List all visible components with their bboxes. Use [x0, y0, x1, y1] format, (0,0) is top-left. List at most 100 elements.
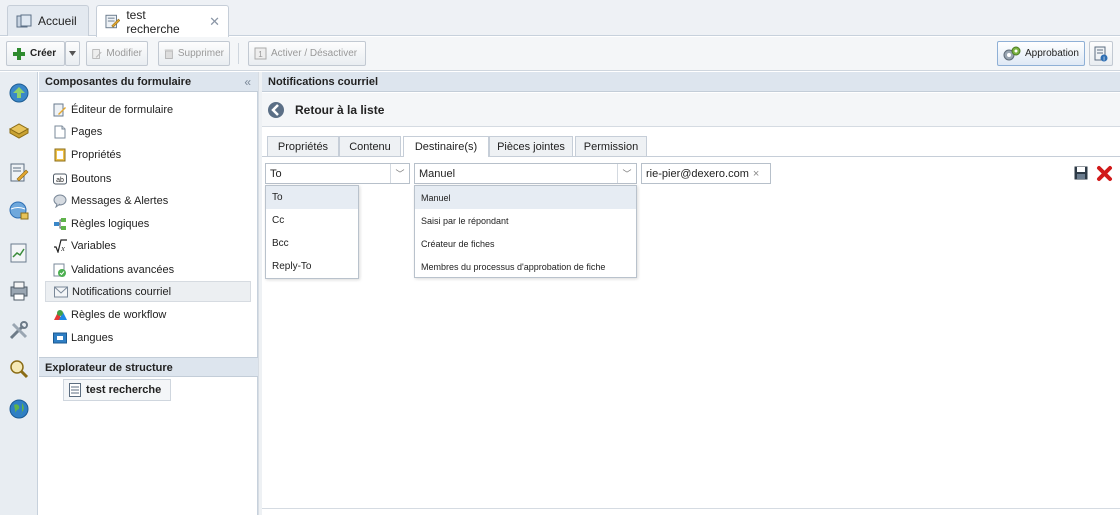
- back-to-list-button[interactable]: Retour à la liste: [267, 98, 389, 122]
- explorer-item-form[interactable]: test recherche: [63, 379, 171, 401]
- sidebar-forms-button[interactable]: [4, 116, 34, 146]
- form-editor-icon: [53, 103, 67, 117]
- chart-document-icon: [10, 243, 27, 263]
- tab-recipients-label: Destinaire(s): [414, 141, 478, 153]
- tab-attachments[interactable]: Pièces jointes: [489, 136, 573, 156]
- panel-item-languages[interactable]: Langues: [45, 327, 251, 348]
- tab-permission[interactable]: Permission: [575, 136, 647, 156]
- variables-icon: x: [53, 238, 67, 253]
- sidebar-search-button[interactable]: [4, 354, 34, 384]
- main-title: Notifications courriel: [268, 76, 379, 88]
- explorer-header: Explorateur de structure: [39, 357, 258, 377]
- option-cc[interactable]: Cc: [266, 209, 358, 232]
- delete-button[interactable]: Supprimer: [158, 41, 230, 66]
- tab-accueil[interactable]: Accueil: [7, 5, 89, 36]
- panel-item-label: Règles de workflow: [71, 308, 167, 321]
- panel-item-properties[interactable]: Propriétés: [45, 144, 251, 165]
- panel-item-label: Pages: [71, 125, 103, 138]
- sidebar-editor-button[interactable]: [4, 158, 34, 188]
- panel-item-buttons[interactable]: ab Boutons: [45, 168, 251, 189]
- option-manuel[interactable]: Manuel: [415, 186, 636, 209]
- sidebar-network-button[interactable]: [4, 196, 34, 226]
- toggle-active-label: Activer / Désactiver: [271, 48, 358, 59]
- email-input[interactable]: rie-pier@dexero.com ×: [641, 163, 771, 184]
- document-edit-icon: [10, 163, 29, 182]
- delete-row-button[interactable]: [1096, 165, 1114, 183]
- sidebar-tools-button[interactable]: [4, 316, 34, 346]
- recipient-source-value: Manuel: [419, 167, 456, 180]
- panel-item-form-editor[interactable]: Éditeur de formulaire: [45, 99, 251, 120]
- panel-item-logic-rules[interactable]: Règles logiques: [45, 213, 251, 234]
- explorer-title: Explorateur de structure: [45, 362, 173, 374]
- option-createur-fiches[interactable]: Créateur de fiches: [415, 232, 636, 255]
- tab-test-recherche[interactable]: test recherche ✕: [96, 5, 229, 37]
- panel-item-validations[interactable]: Validations avancées: [45, 259, 251, 280]
- panel-item-label: Éditeur de formulaire: [71, 103, 174, 116]
- tab-properties-label: Propriétés: [277, 140, 329, 153]
- explorer-item-label: test recherche: [86, 384, 162, 396]
- modify-label: Modifier: [106, 48, 142, 59]
- recipient-source-select[interactable]: Manuel ﹀: [414, 163, 637, 184]
- tools-icon: [9, 321, 28, 340]
- home-tab-icon: [16, 14, 32, 28]
- panel-item-messages[interactable]: Messages & Alertes: [45, 190, 251, 211]
- create-button[interactable]: Créer: [6, 41, 65, 66]
- tag-remove-icon[interactable]: ×: [753, 168, 759, 180]
- tab-attachments-label: Pièces jointes: [497, 140, 565, 153]
- recipient-type-value: To: [270, 167, 282, 180]
- panel-title: Composantes du formulaire: [45, 76, 192, 88]
- chevron-down-icon: [69, 51, 76, 56]
- workflow-icon: [53, 308, 67, 322]
- panel-item-label: Langues: [71, 331, 114, 344]
- toggle-active-button[interactable]: 1 Activer / Désactiver: [248, 41, 366, 66]
- panel-item-email-notifications[interactable]: Notifications courriel: [45, 281, 251, 302]
- svg-text:i: i: [1103, 56, 1104, 62]
- chevron-down-icon[interactable]: ﹀: [390, 164, 409, 183]
- approval-gears-icon: [1003, 46, 1021, 60]
- recipient-type-select[interactable]: To ﹀: [265, 163, 410, 184]
- globe-arrow-icon: [9, 83, 29, 103]
- close-icon[interactable]: ✕: [209, 14, 220, 30]
- panel-item-pages[interactable]: Pages: [45, 121, 251, 142]
- panel-item-label: Boutons: [71, 172, 112, 185]
- tabs-baseline: [262, 156, 1120, 157]
- option-bcc[interactable]: Bcc: [266, 232, 358, 255]
- tab-properties[interactable]: Propriétés: [267, 136, 339, 156]
- panel-item-variables[interactable]: x Variables: [45, 235, 251, 256]
- option-membres-approbation[interactable]: Membres du processus d'approbation de fi…: [415, 255, 636, 277]
- form-info-button[interactable]: i: [1089, 41, 1113, 66]
- sidebar-reports-button[interactable]: [4, 238, 34, 268]
- magnifier-key-icon: [10, 360, 29, 379]
- sidebar-web-button[interactable]: [4, 394, 34, 424]
- create-dropdown-button[interactable]: [65, 41, 80, 66]
- sidebar-print-button[interactable]: [4, 276, 34, 306]
- form-info-icon: i: [1094, 46, 1108, 62]
- option-reply-to[interactable]: Reply-To: [266, 255, 358, 278]
- panel-item-workflow-rules[interactable]: Règles de workflow: [45, 304, 251, 325]
- recipient-source-dropdown: Manuel Saisi par le répondant Créateur d…: [414, 185, 637, 278]
- panel-item-label: Variables: [71, 239, 117, 252]
- tab-test-recherche-label: test recherche: [126, 7, 180, 36]
- message-icon: [53, 194, 67, 208]
- back-bar: Retour à la liste: [262, 93, 1120, 127]
- chevron-down-icon[interactable]: ﹀: [617, 164, 636, 183]
- properties-icon: [53, 148, 67, 162]
- validation-icon: [53, 263, 67, 277]
- panel-header: Composantes du formulaire «: [39, 72, 258, 92]
- form-components-panel: Composantes du formulaire « Éditeur de f…: [39, 72, 258, 515]
- collapse-icon[interactable]: «: [244, 75, 251, 89]
- tab-recipients[interactable]: Destinaire(s): [403, 136, 489, 157]
- save-button[interactable]: [1074, 166, 1090, 182]
- back-label: Retour à la liste: [295, 103, 385, 117]
- form-edit-icon: [105, 14, 121, 29]
- modify-button[interactable]: Modifier: [86, 41, 148, 66]
- option-to[interactable]: To: [266, 186, 358, 209]
- sidebar-home-button[interactable]: [4, 78, 34, 108]
- form-icon: [69, 383, 81, 397]
- option-saisi-repondant[interactable]: Saisi par le répondant: [415, 209, 636, 232]
- tab-content[interactable]: Contenu: [339, 136, 401, 156]
- approval-button[interactable]: Approbation: [997, 41, 1085, 66]
- tab-bar: Accueil test recherche ✕: [0, 0, 1120, 37]
- save-icon: [1074, 166, 1088, 180]
- trash-icon: [164, 48, 174, 59]
